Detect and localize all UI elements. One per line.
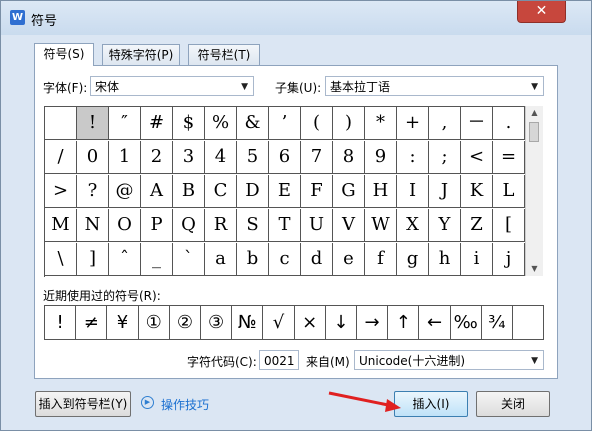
tab-symbols[interactable]: 符号(S): [34, 43, 94, 66]
symbol-dialog: W 符号 ✕ 符号(S) 特殊字符(P) 符号栏(T) 字体(F): 宋体 ▼ …: [0, 0, 592, 431]
